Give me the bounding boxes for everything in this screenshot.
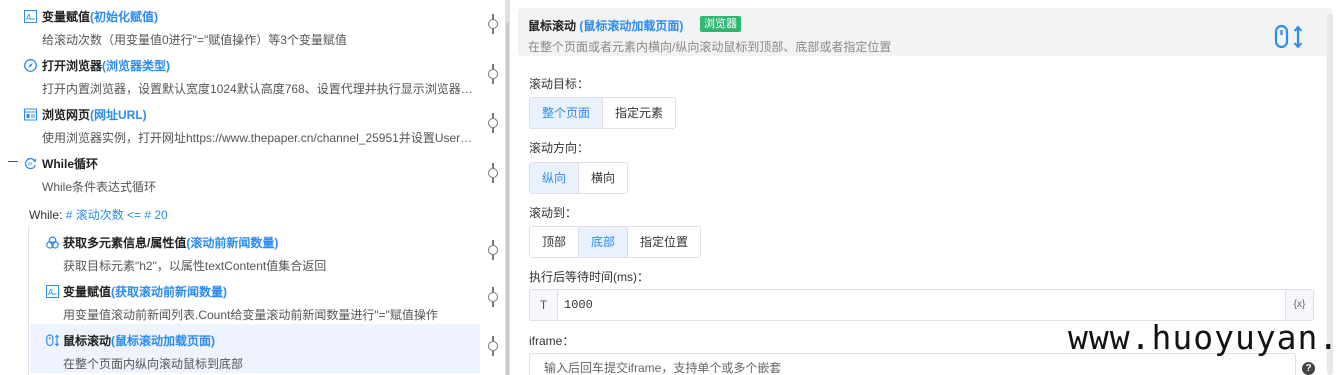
variable-assign-icon: A = <box>46 285 59 298</box>
while-prefix: While: <box>29 208 63 222</box>
while-expression: # 滚动次数 <= # 20 <box>65 208 168 222</box>
step-title: 变量赋值(获取滚动前新闻数量) <box>63 285 228 299</box>
scroll-to-option-top[interactable]: 顶部 <box>530 227 580 257</box>
elements-icon <box>46 236 59 249</box>
while-condition: While: # 滚动次数 <= # 20 <box>29 206 168 223</box>
flow-step-open-browser[interactable]: 打开浏览器(浏览器类型) 打开内置浏览器，设置默认宽度1024默认高度768、设… <box>0 49 480 98</box>
step-connector[interactable] <box>488 14 498 34</box>
svg-text:=: = <box>53 292 57 298</box>
step-title: 获取多元素信息/属性值(滚动前新闻数量) <box>63 236 279 250</box>
compass-icon <box>24 59 37 72</box>
scroll-direction-option-vertical[interactable]: 纵向 <box>530 163 580 193</box>
step-description: While条件表达式循环 <box>42 180 157 194</box>
scroll-to-group: 顶部 底部 指定位置 <box>529 226 702 258</box>
flow-step-variable-assign-count[interactable]: A = 变量赋值(获取滚动前新闻数量) 用变量值滚动前新闻列表.Count给变量滚… <box>30 275 480 324</box>
step-connector[interactable] <box>488 287 498 307</box>
step-description: 获取目标元素"h2"，以属性textContent值集合返回 <box>63 259 327 273</box>
step-title: 浏览网页(网址URL) <box>42 108 147 122</box>
step-description: 在整个页面内纵向滚动鼠标到底部 <box>63 357 244 371</box>
scroll-target-label: 滚动目标： <box>529 77 590 91</box>
loop-icon: W <box>24 157 37 170</box>
step-description: 给滚动次数（用变量值0进行"="赋值操作）等3个变量赋值 <box>42 33 347 47</box>
flow-step-browse-webpage[interactable]: 浏览网页(网址URL) 使用浏览器实例，打开网址https://www.thep… <box>0 98 480 147</box>
iframe-label: iframe： <box>529 334 575 348</box>
step-connector[interactable] <box>488 163 498 183</box>
config-title: 鼠标滚动 (鼠标滚动加载页面) <box>528 19 684 33</box>
scroll-direction-option-horizontal[interactable]: 横向 <box>579 163 628 193</box>
scroll-direction-group: 纵向 横向 <box>529 162 629 194</box>
flow-step-while-loop[interactable]: W While循环 While条件表达式循环 <box>0 147 480 202</box>
mouse-scroll-icon <box>46 334 60 347</box>
step-description: 使用浏览器实例，打开网址https://www.thepaper.cn/chan… <box>42 131 473 145</box>
scroll-target-option-element[interactable]: 指定元素 <box>603 98 676 128</box>
step-description: 打开内置浏览器，设置默认宽度1024默认高度768、设置代理并执行显示浏览器… <box>42 82 473 96</box>
step-connector[interactable] <box>488 113 498 133</box>
scroll-to-option-position[interactable]: 指定位置 <box>628 227 701 257</box>
flow-step-mouse-scroll[interactable]: 鼠标滚动(鼠标滚动加载页面) 在整个页面内纵向滚动鼠标到底部 <box>30 324 480 373</box>
step-title: 打开浏览器(浏览器类型) <box>42 59 171 73</box>
step-connector[interactable] <box>488 64 498 84</box>
scroll-to-label: 滚动到： <box>529 206 578 220</box>
step-connector[interactable] <box>488 336 498 356</box>
scroll-target-option-page[interactable]: 整个页面 <box>530 98 604 128</box>
watermark-text: www.huoyuyan.com <box>1068 318 1341 357</box>
scroll-target-group: 整个页面 指定元素 <box>529 97 677 129</box>
mouse-scroll-icon <box>1274 24 1306 50</box>
variable-assign-icon: A = <box>24 10 37 23</box>
insert-variable-button[interactable]: {x} <box>1285 290 1313 320</box>
flow-step-list: A = 变量赋值(初始化赋值) 给滚动次数（用变量值0进行"="赋值操作）等3个变… <box>0 0 505 375</box>
category-badge: 浏览器 <box>700 16 741 32</box>
config-header: 鼠标滚动 (鼠标滚动加载页面) 浏览器 在整个页面或者元素内横向/纵向滚动鼠标到… <box>518 8 1333 56</box>
wait-time-field: T {x} <box>529 289 1314 321</box>
config-description: 在整个页面或者元素内横向/纵向滚动鼠标到顶部、底部或者指定位置 <box>528 40 892 54</box>
step-title: 鼠标滚动(鼠标滚动加载页面) <box>63 334 216 348</box>
nesting-guide <box>28 226 29 375</box>
help-icon[interactable]: ? <box>1302 362 1315 375</box>
scroll-to-option-bottom[interactable]: 底部 <box>579 227 629 257</box>
flow-step-variable-assign-init[interactable]: A = 变量赋值(初始化赋值) 给滚动次数（用变量值0进行"="赋值操作）等3个变… <box>0 0 480 49</box>
text-type-prefix[interactable]: T <box>530 290 558 320</box>
step-title: 变量赋值(初始化赋值) <box>42 10 159 24</box>
step-title: While循环 <box>42 157 98 171</box>
step-connector[interactable] <box>488 240 498 260</box>
svg-text:W: W <box>28 162 33 168</box>
wait-time-input[interactable] <box>558 290 1285 320</box>
step-description: 用变量值滚动前新闻列表.Count给变量滚动前新闻数量进行"="赋值操作 <box>63 308 438 322</box>
webpage-icon <box>24 108 37 121</box>
wait-time-label: 执行后等待时间(ms)： <box>529 270 649 284</box>
svg-text:=: = <box>31 17 35 23</box>
flow-step-get-elements[interactable]: 获取多元素信息/属性值(滚动前新闻数量) 获取目标元素"h2"，以属性textC… <box>30 226 480 275</box>
scroll-direction-label: 滚动方向： <box>529 141 590 155</box>
